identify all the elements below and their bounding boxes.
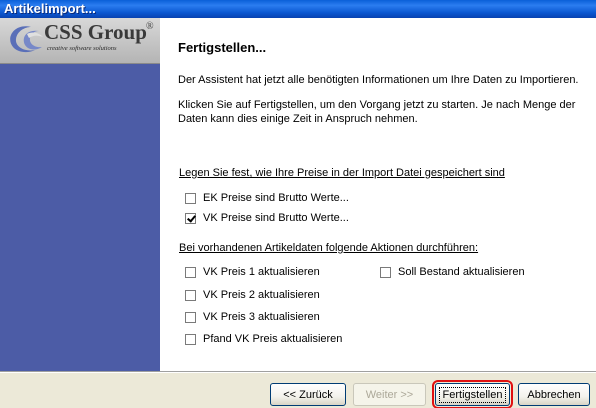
cancel-button[interactable]: Abbrechen (518, 383, 590, 406)
checkbox-vk-brutto-box[interactable] (185, 212, 196, 224)
back-button[interactable]: << Zurück (270, 383, 346, 406)
page-title: Fertigstellen... (178, 40, 267, 55)
checkbox-ek-brutto-label: EK Preise sind Brutto Werte... (203, 192, 349, 204)
instruction-text: Klicken Sie auf Fertigstellen, um den Vo… (178, 99, 576, 125)
finish-button[interactable]: Fertigstellen (432, 380, 513, 408)
checkbox-ek-brutto-box[interactable] (185, 192, 196, 204)
wizard-button-bar: << Zurück Weiter >> Fertigstellen Abbrec… (0, 371, 596, 408)
next-button[interactable]: Weiter >> (353, 383, 426, 406)
checkbox-soll-bestand[interactable]: Soll Bestand aktualisieren (380, 266, 525, 278)
update-actions-label: Bei vorhandenen Artikeldaten folgende Ak… (179, 242, 479, 254)
checkbox-vk-preis-1[interactable]: VK Preis 1 aktualisieren (185, 266, 320, 278)
logo-registered-mark: ® (146, 21, 154, 32)
logo-name: CSS Group (44, 20, 147, 44)
update-actions-section: Bei vorhandenen Artikeldaten folgende Ak… (179, 242, 478, 254)
finish-button-label: Fertigstellen (438, 386, 507, 403)
checkbox-pfand-vk-preis-box[interactable] (185, 333, 196, 345)
checkbox-vk-preis-3-box[interactable] (185, 311, 196, 323)
checkbox-vk-brutto[interactable]: VK Preise sind Brutto Werte... (185, 212, 349, 224)
window-titlebar[interactable]: Artikelimport... (0, 0, 596, 18)
checkbox-vk-preis-1-box[interactable] (185, 266, 196, 278)
checkbox-pfand-vk-preis-label: Pfand VK Preis aktualisieren (203, 333, 343, 345)
checkbox-vk-preis-2[interactable]: VK Preis 2 aktualisieren (185, 289, 320, 301)
checkbox-soll-bestand-label: Soll Bestand aktualisieren (398, 266, 525, 278)
checkbox-soll-bestand-box[interactable] (380, 266, 391, 278)
checkbox-vk-preis-3[interactable]: VK Preis 3 aktualisieren (185, 311, 320, 323)
checkbox-vk-preis-2-box[interactable] (185, 289, 196, 301)
css-group-logo-icon (10, 26, 43, 53)
company-logo: CSS Group ® creative software solutions (0, 18, 160, 64)
price-format-section: Legen Sie fest, wie Ihre Preise in der I… (179, 167, 505, 179)
next-button-label: Weiter >> (365, 388, 414, 401)
checkbox-pfand-vk-preis[interactable]: Pfand VK Preis aktualisieren (185, 333, 342, 345)
cancel-button-label: Abbrechen (527, 388, 581, 401)
checkbox-vk-preis-3-label: VK Preis 3 aktualisieren (203, 311, 320, 323)
info-text: Der Assistent hat jetzt alle benötigten … (178, 74, 579, 86)
checkbox-vk-brutto-label: VK Preise sind Brutto Werte... (203, 212, 349, 224)
checkbox-vk-preis-1-label: VK Preis 1 aktualisieren (203, 266, 320, 278)
window-title: Artikelimport... (4, 1, 96, 16)
price-format-label: Legen Sie fest, wie Ihre Preise in der I… (179, 167, 505, 179)
wizard-sidebar: CSS Group ® creative software solutions (0, 18, 160, 371)
checkbox-ek-brutto[interactable]: EK Preise sind Brutto Werte... (185, 192, 349, 204)
back-button-label: << Zurück (283, 388, 333, 401)
checkbox-vk-preis-2-label: VK Preis 2 aktualisieren (203, 289, 320, 301)
logo-tagline: creative software solutions (47, 45, 117, 52)
wizard-content: Fertigstellen... Der Assistent hat jetzt… (160, 18, 596, 371)
